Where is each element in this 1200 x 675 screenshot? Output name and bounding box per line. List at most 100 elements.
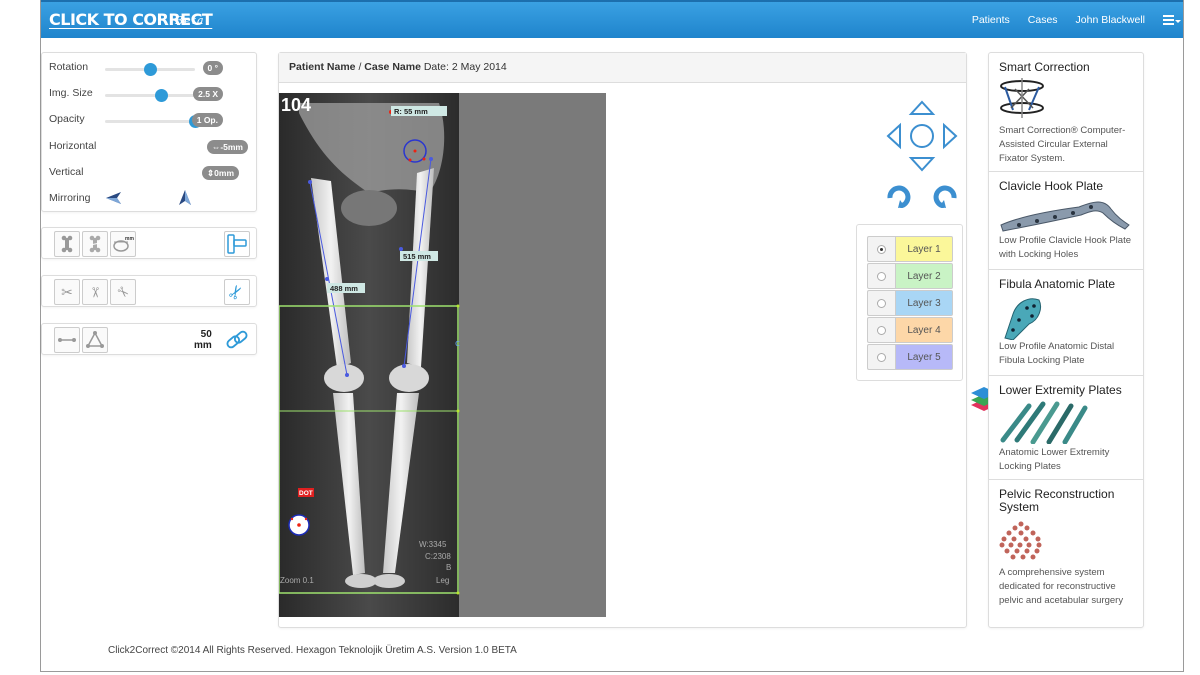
external-fixator-image — [1000, 78, 1044, 118]
femoral-head-point[interactable] — [408, 158, 412, 162]
product-smart-correction[interactable]: Smart Correction Smart Correction® Compu… — [989, 53, 1143, 172]
measure-toolbar: 50 mm — [41, 323, 257, 355]
pan-down-icon[interactable] — [908, 157, 936, 172]
layer-row-1[interactable]: Layer 1 — [867, 236, 953, 262]
axis-point[interactable] — [399, 247, 403, 251]
selection-handle[interactable] — [456, 591, 460, 595]
product-fibula-anatomic-plate[interactable]: Fibula Anatomic Plate Low Profile Anatom… — [989, 270, 1143, 376]
menu-icon[interactable] — [1163, 2, 1181, 38]
layer-row-4[interactable]: Layer 4 — [867, 317, 953, 343]
calibration-dot-point[interactable] — [290, 517, 294, 521]
layer-row-5[interactable]: Layer 5 — [867, 344, 953, 370]
joint-measure-tool-button[interactable]: mm — [110, 231, 136, 257]
rotation-label: Rotation — [49, 61, 89, 73]
product-description: Smart Correction® Computer-Assisted Circ… — [999, 125, 1126, 164]
cut-tool-1-button[interactable]: ✂ — [54, 279, 80, 305]
horizontal-control: Horizontal ⇔-5mm — [49, 137, 251, 157]
left-leg-length-label: 488 mm — [330, 284, 358, 293]
nav-patients-link[interactable]: Patients — [972, 14, 1010, 26]
link-tool-button[interactable] — [224, 327, 250, 353]
product-title[interactable]: Lower Extremity Plates — [999, 384, 1122, 397]
axis-point[interactable] — [325, 277, 329, 281]
line-measure-icon — [58, 338, 76, 342]
footer-text: Click2Correct ©2014 All Rights Reserved.… — [108, 645, 517, 656]
distance-unit: mm — [194, 340, 212, 351]
calibration-dot-center[interactable] — [297, 523, 301, 527]
selection-handle[interactable] — [456, 304, 460, 308]
cut-tool-2-button[interactable]: ✂ — [82, 279, 108, 305]
nav-cases-link[interactable]: Cases — [1028, 14, 1058, 26]
product-title[interactable]: Fibula Anatomic Plate — [999, 278, 1115, 291]
angle-measure-button[interactable] — [82, 327, 108, 353]
product-title[interactable]: Clavicle Hook Plate — [999, 180, 1103, 193]
pan-right-icon[interactable] — [943, 122, 958, 150]
layer-row-2[interactable]: Layer 2 — [867, 263, 953, 289]
pelvis-inlet — [341, 190, 397, 226]
product-title[interactable]: Pelvic Reconstruction System — [999, 488, 1139, 514]
radio-icon — [877, 299, 886, 308]
mirror-horizontal-icon[interactable] — [105, 189, 123, 207]
femoral-head-center[interactable] — [413, 149, 417, 153]
pan-center-icon[interactable] — [910, 124, 934, 148]
img-size-slider-thumb[interactable] — [154, 89, 168, 102]
opacity-slider[interactable] — [105, 115, 202, 128]
axis-point[interactable] — [345, 373, 349, 377]
axis-point[interactable] — [308, 180, 312, 184]
opacity-control: Opacity 1 Op. — [49, 110, 251, 130]
rotation-slider[interactable] — [105, 63, 195, 76]
product-description: Low Profile Clavicle Hook Plate with Loc… — [999, 235, 1132, 260]
layer-5-radio[interactable] — [867, 344, 895, 370]
mirror-vertical-icon[interactable] — [176, 189, 194, 207]
layer-4-label[interactable]: Layer 4 — [895, 317, 953, 343]
cut-active-button[interactable]: ✂ — [224, 279, 250, 305]
rotate-counterclockwise-icon[interactable] — [933, 185, 957, 208]
film-info-zoom: Zoom 0.1 — [280, 576, 314, 585]
product-description: A comprehensive system dedicated for rec… — [999, 567, 1124, 606]
femoral-head-point[interactable] — [422, 157, 426, 161]
bone-cut-icon — [89, 235, 101, 253]
layer-3-label[interactable]: Layer 3 — [895, 290, 953, 316]
calibration-dot-point[interactable] — [304, 517, 308, 521]
radio-icon — [877, 326, 886, 335]
case-name[interactable]: Case Name — [364, 61, 421, 73]
layer-2-label[interactable]: Layer 2 — [895, 263, 953, 289]
layer-4-radio[interactable] — [867, 317, 895, 343]
cut-tool-3-button[interactable]: ✂ — [110, 279, 136, 305]
bone-tools-toolbar: mm — [41, 227, 257, 259]
product-clavicle-hook-plate[interactable]: Clavicle Hook Plate Low Profile Clavicle… — [989, 172, 1143, 270]
patient-name[interactable]: Patient Name — [289, 61, 356, 73]
xray-canvas[interactable]: 104 R: 55 mm 488 mm 515 mm c DOT W:3345 … — [279, 93, 606, 617]
film-info-c: C:2308 — [425, 552, 451, 561]
selection-handle[interactable] — [456, 409, 460, 413]
product-lower-extremity-plates[interactable]: Lower Extremity Plates Anatomic Lower Ex… — [989, 376, 1143, 480]
horizontal-value[interactable]: ⇔-5mm — [206, 140, 248, 154]
layer-1-radio[interactable] — [867, 236, 895, 262]
axis-point[interactable] — [402, 364, 406, 368]
bone-tool-button[interactable] — [54, 231, 80, 257]
layer-3-radio[interactable] — [867, 290, 895, 316]
axis-point[interactable] — [429, 157, 433, 161]
radio-icon — [877, 353, 886, 362]
layer-5-label[interactable]: Layer 5 — [895, 344, 953, 370]
pan-left-icon[interactable] — [886, 122, 901, 150]
products-panel: Smart Correction Smart Correction® Compu… — [988, 52, 1144, 628]
rotation-slider-thumb[interactable] — [144, 63, 157, 76]
product-pelvic-reconstruction[interactable]: Pelvic Reconstruction System A comprehen… — [989, 480, 1143, 628]
line-measure-button[interactable] — [54, 327, 80, 353]
angle-measure-icon — [86, 331, 104, 348]
bone-cut-tool-button[interactable] — [82, 231, 108, 257]
product-description: Low Profile Anatomic Distal Fibula Locki… — [999, 341, 1115, 366]
img-size-control: Img. Size 2.5 X — [49, 84, 251, 104]
layer-2-radio[interactable] — [867, 263, 895, 289]
nav-user-link[interactable]: John Blackwell — [1076, 14, 1145, 26]
pan-up-icon[interactable] — [908, 100, 936, 115]
product-title[interactable]: Smart Correction — [999, 61, 1090, 74]
layer-row-3[interactable]: Layer 3 — [867, 290, 953, 316]
left-knee — [324, 364, 364, 392]
svg-text:mm: mm — [125, 236, 134, 242]
vertical-value[interactable]: ⇕0mm — [202, 166, 239, 180]
rotate-clockwise-icon[interactable] — [887, 185, 911, 208]
plate-tool-button[interactable] — [224, 231, 250, 257]
layer-1-label[interactable]: Layer 1 — [895, 236, 953, 262]
img-size-slider[interactable] — [105, 89, 195, 102]
